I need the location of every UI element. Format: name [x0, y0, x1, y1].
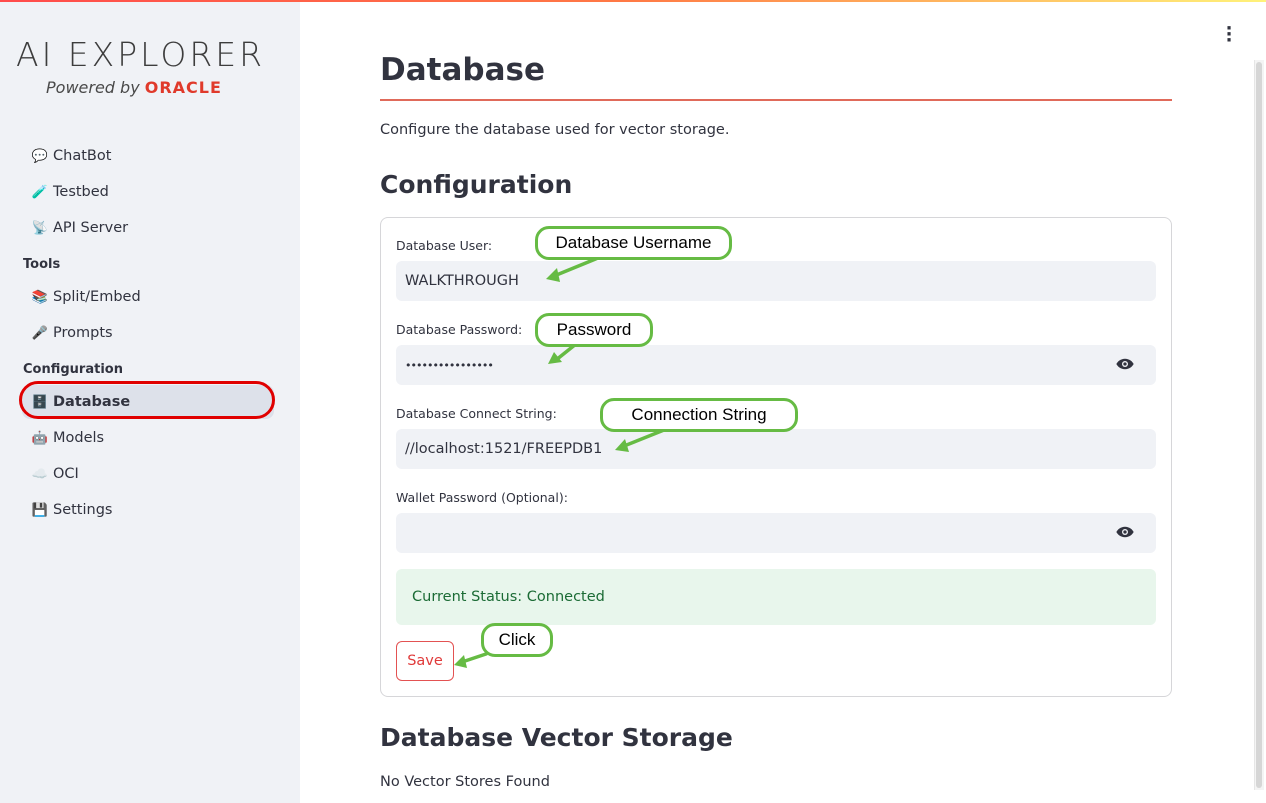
- annotation-callout-username: Database Username: [535, 226, 732, 260]
- annotation-callout-password: Password: [535, 313, 653, 347]
- annotation-callout-click: Click: [481, 623, 553, 657]
- annotation-callout-connection: Connection String: [600, 398, 798, 432]
